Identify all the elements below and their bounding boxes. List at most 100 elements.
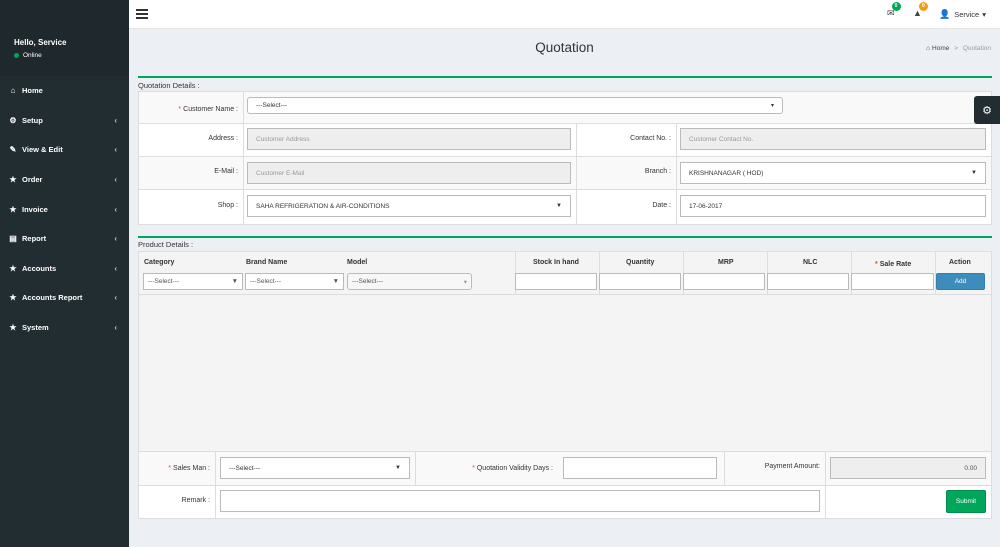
validity-label: * Quotation Validity Days : bbox=[472, 465, 553, 472]
user-status: Online bbox=[14, 52, 129, 59]
sidebar-item-report[interactable]: ▤ Report ‹ bbox=[0, 224, 129, 254]
sidebar-item-label: Report bbox=[22, 234, 47, 244]
salesman-label: * Sales Man : bbox=[168, 465, 210, 472]
sidebar-item-invoice[interactable]: ★ Invoice ‹ bbox=[0, 194, 129, 224]
chevron-down-icon: ▼ bbox=[556, 203, 562, 209]
user-icon: 👤 bbox=[939, 9, 951, 19]
star-icon: ★ bbox=[9, 175, 17, 185]
product-list-area bbox=[139, 295, 991, 451]
category-select[interactable]: ---Select--- ▼ bbox=[143, 273, 243, 290]
address-field[interactable]: Customer Address bbox=[247, 128, 571, 150]
star-icon: ★ bbox=[9, 323, 17, 333]
file-icon: ▤ bbox=[9, 234, 17, 244]
sidebar-item-label: Home bbox=[22, 86, 43, 96]
alert-badge: 0 bbox=[918, 2, 928, 11]
breadcrumb-current: Quotation bbox=[962, 45, 991, 52]
brand-select[interactable]: ---Select--- ▼ bbox=[245, 273, 344, 290]
sidebar-item-label: Order bbox=[22, 175, 43, 185]
sidebar-item-setup[interactable]: ⚙ Setup ‹ bbox=[0, 106, 129, 136]
breadcrumb-home-icon: ⌂ bbox=[926, 45, 931, 52]
divider bbox=[243, 92, 244, 224]
address-label: Address : bbox=[208, 135, 238, 142]
chevron-down-icon: ▾ bbox=[463, 278, 467, 286]
contact-label: Contact No. : bbox=[630, 135, 671, 142]
top-navbar: ✉ 0 ▲ 0 👤 Service ▾ bbox=[129, 0, 1000, 29]
add-button[interactable]: Add bbox=[936, 273, 985, 290]
customer-name-label: * Customer Name : bbox=[178, 106, 238, 113]
email-label: E-Mail : bbox=[214, 168, 238, 175]
chevron-down-icon: ▼ bbox=[231, 278, 238, 285]
chevron-down-icon: ▼ bbox=[332, 278, 339, 285]
sidebar-item-label: Accounts Report bbox=[22, 293, 83, 303]
mail-icon[interactable]: ✉ 0 bbox=[887, 2, 901, 19]
edit-icon: ✎ bbox=[9, 145, 17, 155]
col-model: Model bbox=[347, 259, 368, 266]
date-label: Date : bbox=[652, 202, 671, 209]
sidebar-item-home[interactable]: ⌂ Home bbox=[0, 76, 129, 106]
sidebar-item-label: Setup bbox=[22, 115, 43, 125]
customer-name-select[interactable]: ---Select--- ▾ bbox=[247, 97, 783, 114]
sidebar-item-label: View & Edit bbox=[22, 145, 63, 155]
page-title: Quotation bbox=[535, 40, 594, 55]
star-icon: ★ bbox=[9, 204, 17, 214]
submit-button[interactable]: Submit bbox=[946, 490, 986, 513]
model-select[interactable]: ---Select--- ▾ bbox=[347, 273, 472, 290]
branch-select[interactable]: KRISHNANAGAR ( HOD) ▼ bbox=[680, 162, 986, 184]
cogs-icon: ⚙ bbox=[9, 115, 17, 125]
remark-field[interactable] bbox=[220, 490, 820, 512]
user-greeting: Hello, Service bbox=[14, 38, 67, 47]
section-divider bbox=[138, 236, 992, 238]
caret-down-icon: ▾ bbox=[982, 10, 986, 19]
shop-label: Shop : bbox=[217, 202, 238, 209]
user-menu-label: Service bbox=[954, 10, 980, 19]
col-brand: Brand Name bbox=[246, 259, 288, 266]
chevron-down-icon: ▼ bbox=[395, 465, 401, 471]
sidebar-item-label: Invoice bbox=[22, 204, 48, 214]
chevron-left-icon: ‹ bbox=[114, 263, 117, 273]
nlc-field[interactable] bbox=[767, 273, 849, 290]
mail-badge: 0 bbox=[891, 2, 901, 11]
payment-amount-field: 0.00 bbox=[830, 457, 986, 479]
divider bbox=[215, 451, 216, 518]
sidebar-item-accounts-report[interactable]: ★ Accounts Report ‹ bbox=[0, 283, 129, 313]
star-icon: ★ bbox=[9, 263, 17, 273]
mrp-field[interactable] bbox=[683, 273, 765, 290]
divider bbox=[676, 124, 677, 224]
col-action: Action bbox=[949, 259, 971, 266]
quotation-details-title: Quotation Details : bbox=[138, 81, 200, 90]
stock-field[interactable] bbox=[515, 273, 597, 290]
sale-rate-field[interactable] bbox=[851, 273, 934, 290]
online-dot-icon bbox=[14, 53, 19, 58]
breadcrumb-home[interactable]: Home bbox=[932, 45, 949, 52]
remark-label: Remark : bbox=[181, 497, 210, 504]
validity-days-field[interactable] bbox=[563, 457, 717, 479]
breadcrumb: ⌂ Home > Quotation bbox=[926, 45, 991, 52]
section-divider bbox=[138, 76, 992, 78]
divider bbox=[825, 451, 826, 518]
user-panel: Hello, Service Online bbox=[0, 0, 129, 76]
shop-select[interactable]: SAHA REFRIGERATION & AIR-CONDITIONS ▼ bbox=[247, 195, 571, 217]
date-field[interactable]: 17-06-2017 bbox=[680, 195, 986, 217]
warning-icon[interactable]: ▲ 0 bbox=[913, 2, 928, 18]
user-menu[interactable]: 👤 Service ▾ bbox=[939, 9, 986, 20]
sidebar-item-order[interactable]: ★ Order ‹ bbox=[0, 165, 129, 195]
breadcrumb-separator: > bbox=[954, 45, 958, 52]
email-field[interactable]: Customer E-Mail bbox=[247, 162, 571, 184]
sidebar-item-accounts[interactable]: ★ Accounts ‹ bbox=[0, 254, 129, 284]
divider bbox=[415, 451, 416, 486]
sidebar-item-system[interactable]: ★ System ‹ bbox=[0, 313, 129, 343]
divider bbox=[724, 451, 725, 486]
quantity-field[interactable] bbox=[599, 273, 681, 290]
sidebar-item-view-edit[interactable]: ✎ View & Edit ‹ bbox=[0, 135, 129, 165]
sidebar: Hello, Service Online ⌂ Home ⚙ Setup ‹ ✎ View … bbox=[0, 0, 129, 547]
contact-field[interactable]: Customer Contact No. bbox=[680, 128, 986, 150]
product-details-title: Product Details : bbox=[138, 240, 194, 249]
star-icon: ★ bbox=[9, 293, 17, 303]
payment-amount-label: Payment Amount: bbox=[764, 463, 820, 470]
gear-icon[interactable]: ⚙ bbox=[974, 96, 1000, 124]
sidebar-toggle-icon[interactable] bbox=[136, 9, 148, 19]
sidebar-menu: ⌂ Home ⚙ Setup ‹ ✎ View & Edit ‹ ★ Order ‹ ★ Invoice… bbox=[0, 76, 129, 342]
salesman-select[interactable]: ---Select--- ▼ bbox=[220, 457, 410, 479]
branch-label: Branch : bbox=[644, 168, 671, 175]
col-sale-rate: * Sale Rate bbox=[875, 261, 912, 268]
